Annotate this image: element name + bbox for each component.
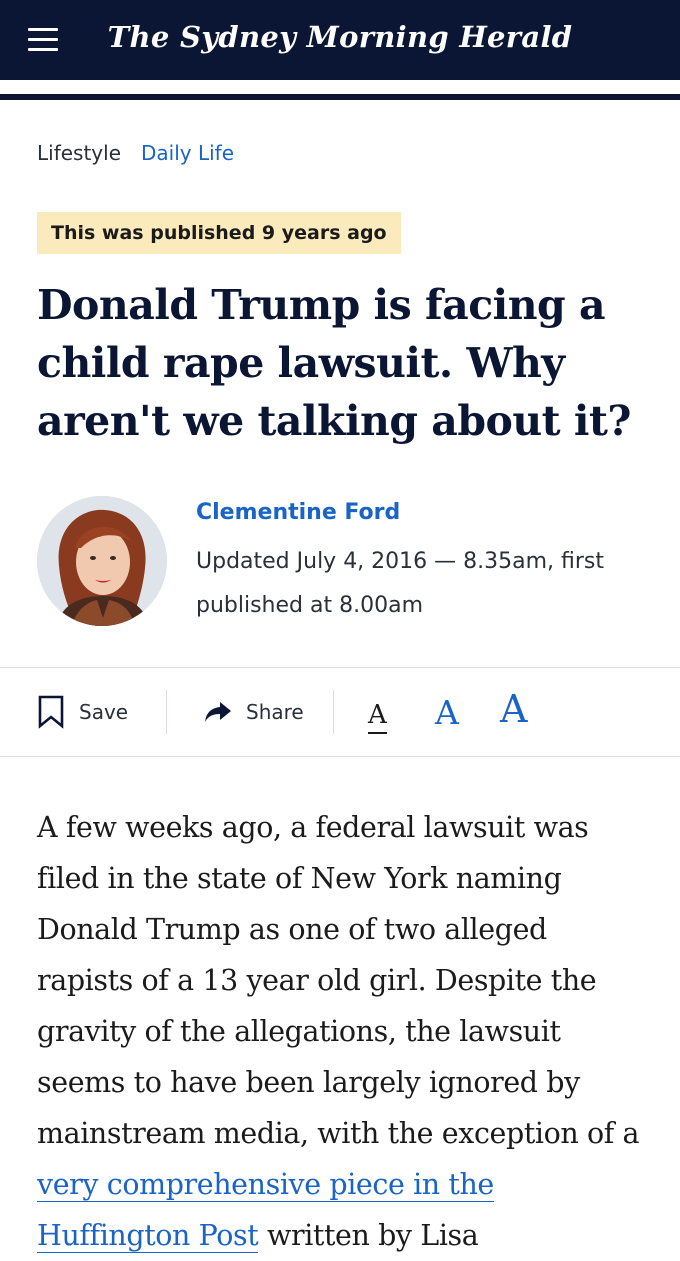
header-rule xyxy=(0,94,680,100)
site-header: The Sydney Morning Herald xyxy=(0,0,680,80)
author-name[interactable]: Clementine Ford xyxy=(196,500,400,525)
published-age-badge: This was published 9 years ago xyxy=(37,212,401,254)
article-toolbar: Save Share xyxy=(0,668,680,756)
save-button[interactable]: Save xyxy=(37,668,128,756)
dateline: Updated July 4, 2016 — 8.35am, first pub… xyxy=(196,540,636,628)
article-paragraph: A few weeks ago, a federal lawsuit was f… xyxy=(37,802,649,1261)
toolbar-divider xyxy=(166,690,167,734)
toolbar-divider xyxy=(333,690,334,734)
breadcrumb-lifestyle[interactable]: Lifestyle xyxy=(37,141,121,165)
save-label: Save xyxy=(79,700,129,724)
font-size-small-button[interactable]: A xyxy=(368,700,387,734)
paragraph-text-tail: written by Lisa xyxy=(258,1219,479,1252)
share-label: Share xyxy=(246,700,304,724)
author-avatar xyxy=(37,496,167,626)
site-logo[interactable]: The Sydney Morning Herald xyxy=(0,20,680,54)
font-size-large-button[interactable]: A xyxy=(500,687,527,731)
breadcrumb-daily-life[interactable]: Daily Life xyxy=(141,141,234,165)
font-size-medium-button[interactable]: A xyxy=(435,693,459,732)
breadcrumb: Lifestyle Daily Life xyxy=(37,141,234,165)
share-button[interactable]: Share xyxy=(204,668,304,756)
share-arrow-icon xyxy=(205,702,231,722)
bookmark-icon xyxy=(38,695,64,729)
article-headline: Donald Trump is facing a child rape laws… xyxy=(37,281,631,445)
toolbar-bottom-divider xyxy=(0,756,680,757)
dateline-updated: Updated July 4, 2016 — 8.35am, first xyxy=(196,549,605,574)
paragraph-text: A few weeks ago, a federal lawsuit was f… xyxy=(37,811,640,1150)
dateline-published: published at 8.00am xyxy=(196,593,423,618)
